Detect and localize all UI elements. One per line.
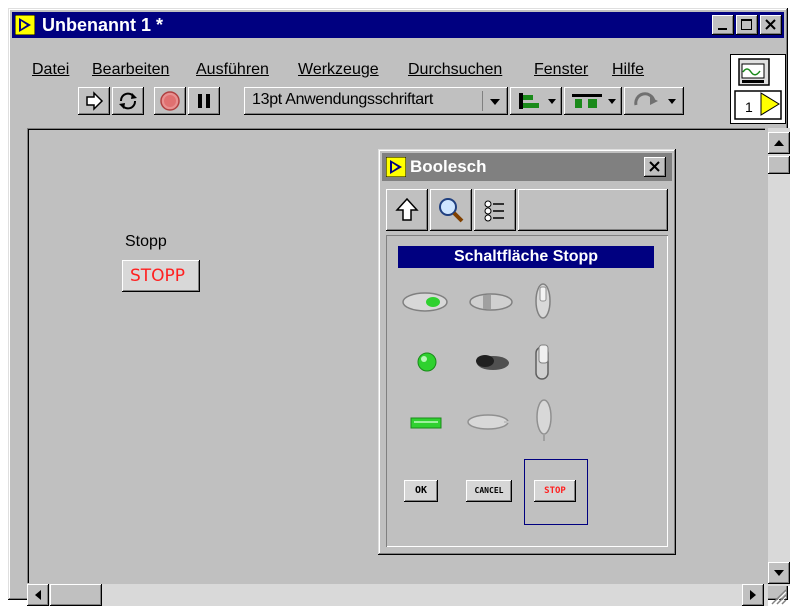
palette-title: Boolesch [410,157,487,176]
palette-options-button[interactable] [474,189,516,231]
vertical-slide-icon[interactable] [532,397,556,443]
stop-button-palette[interactable]: STOP [534,480,576,502]
arrow-right-icon [750,590,756,600]
title-bar[interactable]: Unbenannt 1 * [12,12,784,38]
palette-search-button[interactable] [430,189,472,231]
close-icon [765,19,776,30]
stop-button-text: STOPP [130,266,186,286]
square-led-icon[interactable] [408,414,444,432]
close-icon [649,161,660,172]
minimize-icon [718,28,727,30]
run-button[interactable] [78,87,110,115]
reorder-button[interactable] [624,87,684,115]
scroll-down-button[interactable] [768,562,790,584]
labview-window: Unbenannt 1 * Datei Bearbeiten Ausführen… [8,8,790,606]
run-arrow-icon [86,91,104,111]
scroll-left-button[interactable] [27,584,49,606]
stop-button-control[interactable]: STOPP [122,260,200,292]
menu-hilfe-label: Hilfe [612,61,645,78]
abort-icon [160,91,180,111]
horizontal-scroll-thumb[interactable] [50,584,102,606]
round-push-button-icon[interactable] [400,289,450,315]
vertical-rocker-icon[interactable] [530,341,556,383]
menu-werkzeuge[interactable]: Werkzeuge [298,60,379,80]
palette-up-button[interactable] [386,189,428,231]
align-icon [519,93,556,109]
boolean-palette: Boolesch Schaltfläche Stopp OK CANCEL ST… [378,149,676,555]
font-dropdown-divider [482,91,483,111]
menu-bearbeiten[interactable]: Bearbeiten [92,60,169,80]
font-selector-value: 13pt Anwendungsschriftart [252,91,434,108]
menu-durchsuchen-label: Durchsuchen [408,61,503,78]
palette-toolbar-filler [518,189,668,231]
abort-button[interactable] [154,87,186,115]
horizontal-scrollbar[interactable] [27,584,768,606]
scroll-up-button[interactable] [768,132,790,154]
vertical-scrollbar[interactable] [768,128,790,586]
vertical-toggle-icon[interactable] [531,281,555,321]
maximize-button[interactable] [736,15,758,35]
stop-control-label: Stopp [125,233,167,250]
connector-number: 1 [745,99,753,115]
arrow-up-outline-icon [395,197,419,221]
labview-vi-icon [15,15,35,35]
palette-close-button[interactable] [644,157,666,177]
arrow-up-icon [774,140,784,146]
reorder-icon [634,92,676,106]
maximize-icon [741,19,752,30]
window-title: Unbenannt 1 * [42,15,164,35]
pause-icon [198,94,210,108]
palette-title-bar[interactable]: Boolesch [382,153,672,181]
run-continuously-button[interactable] [112,87,144,115]
chevron-down-icon [490,99,500,105]
menu-hilfe[interactable]: Hilfe [612,60,644,80]
scroll-right-button[interactable] [742,584,764,606]
minimize-button[interactable] [712,15,734,35]
menu-ausfuehren-label: Ausführen [196,61,269,78]
close-button[interactable] [760,15,782,35]
distribute-objects-button[interactable] [564,87,622,115]
resize-grip-icon[interactable] [766,584,788,606]
slide-switch-icon[interactable] [466,289,516,315]
vi-icon [734,58,782,120]
menu-werkzeuge-label: Werkzeuge [298,61,379,78]
toggle-switch-icon[interactable] [470,349,516,375]
menu-fenster-label: Fenster [534,61,589,78]
menu-fenster[interactable]: Fenster [534,60,588,80]
options-list-icon [484,200,504,222]
arrow-down-icon [774,570,784,576]
arrow-left-icon [35,590,41,600]
run-continuously-icon [119,92,137,110]
horizontal-slide-icon[interactable] [464,409,520,435]
font-selector[interactable]: 13pt Anwendungsschriftart [244,87,508,115]
menu-datei-label: Datei [32,61,70,78]
palette-selected-label: Schaltfläche Stopp [398,246,654,268]
labview-vi-icon [386,157,406,177]
search-icon [439,198,464,223]
distribute-icon [572,94,616,108]
menu-bearbeiten-label: Bearbeiten [92,61,170,78]
connector-pane[interactable]: 1 [730,54,786,124]
menu-ausfuehren[interactable]: Ausführen [196,60,269,80]
pause-button[interactable] [188,87,220,115]
ok-button-control[interactable]: OK [404,480,438,502]
menu-datei[interactable]: Datei [32,60,69,80]
vertical-scroll-thumb[interactable] [768,156,790,174]
align-objects-button[interactable] [510,87,562,115]
cancel-button-control[interactable]: CANCEL [466,480,512,502]
round-led-icon[interactable] [414,349,440,375]
menu-durchsuchen[interactable]: Durchsuchen [408,60,502,80]
